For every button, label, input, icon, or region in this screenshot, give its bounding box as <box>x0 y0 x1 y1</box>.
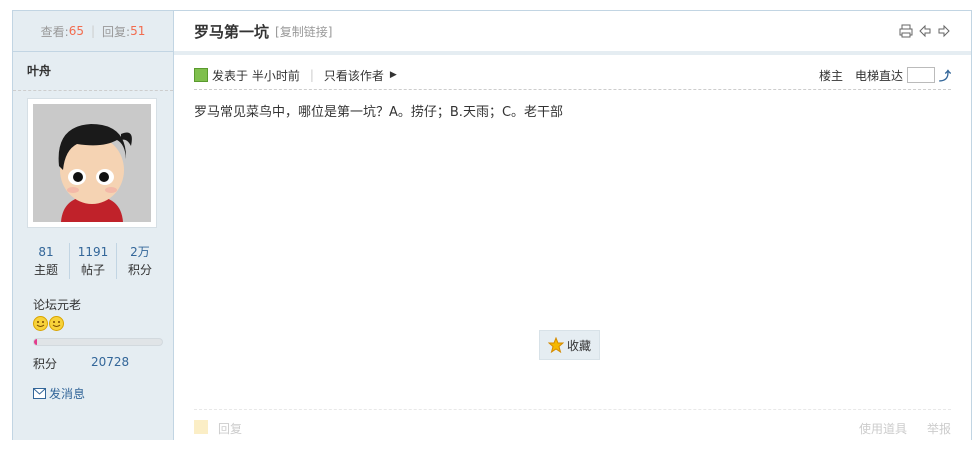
title-tools <box>899 24 951 38</box>
floor-jump-input[interactable] <box>906 67 935 83</box>
favorite-label: 收藏 <box>566 338 591 353</box>
author-sidebar: 查看: 65 | 回复: 51 叶舟 81 主题 1191 帖子 2万 积分 论… <box>13 11 174 440</box>
reply-icon <box>194 420 208 434</box>
credits-label: 积分 <box>127 263 152 277</box>
jump-go-icon[interactable]: ⤴ <box>939 67 951 84</box>
views-count: 65 <box>68 24 84 38</box>
smiley-icon <box>33 316 48 331</box>
post-meta: 发表于 半小时前 | 只看该作者 ▶ 楼主 电梯直达 ⤴ <box>194 61 951 90</box>
star-icon <box>547 337 564 353</box>
copy-link[interactable]: [复制链接] <box>275 23 332 40</box>
post-actions: 回复 使用道具 举报 <box>194 409 951 460</box>
author-stats: 81 主题 1191 帖子 2万 积分 <box>23 243 163 279</box>
credits-count: 2万 <box>130 245 150 259</box>
score-value: 20728 <box>91 355 130 369</box>
smiley-icon <box>49 316 64 331</box>
rank-stars <box>33 316 64 331</box>
posts-count: 1191 <box>77 245 109 259</box>
floor-label: 楼主 <box>818 68 843 83</box>
post-content: 罗马常见菜鸟中，哪位是第一坑？A。捞仔；B.天雨；C。老干部 <box>194 105 564 120</box>
send-message-label: 发消息 <box>49 387 86 401</box>
online-user-icon <box>194 68 208 82</box>
divider: | <box>90 24 96 38</box>
threads-count: 81 <box>38 245 54 259</box>
print-icon[interactable] <box>899 24 913 38</box>
play-triangle-icon: ▶ <box>389 70 397 80</box>
user-rank[interactable]: 论坛元老 <box>33 296 81 313</box>
floor-tools: 楼主 电梯直达 ⤴ <box>819 67 951 84</box>
stat-posts[interactable]: 1191 帖子 <box>69 243 116 279</box>
only-author-link[interactable]: 只看该作者 <box>324 67 384 84</box>
send-message-link[interactable]: 发消息 <box>33 385 85 402</box>
favorite-button[interactable]: 收藏 <box>539 330 600 360</box>
avatar-image <box>33 104 151 222</box>
rank-progress-fill <box>34 339 37 345</box>
author-name[interactable]: 叶舟 <box>13 52 173 91</box>
views-label: 查看: <box>40 24 69 39</box>
thread-stats: 查看: 65 | 回复: 51 <box>13 11 173 52</box>
title-bar: 罗马第一坑 [复制链接] <box>174 11 971 55</box>
avatar[interactable] <box>27 98 157 228</box>
rank-progress-bar <box>33 338 163 346</box>
stat-credits[interactable]: 2万 积分 <box>116 243 163 279</box>
stat-threads[interactable]: 81 主题 <box>23 243 69 279</box>
prev-thread-icon[interactable] <box>918 24 932 38</box>
post-frame: 查看: 65 | 回复: 51 叶舟 81 主题 1191 帖子 2万 积分 论… <box>12 10 972 440</box>
replies-label: 回复: <box>102 24 131 39</box>
thread-title: 罗马第一坑 <box>194 22 270 41</box>
replies-count: 51 <box>130 24 146 38</box>
score-row: 积分 20728 <box>33 355 129 372</box>
threads-label: 主题 <box>33 263 58 277</box>
divider: | <box>309 68 314 82</box>
score-label: 积分 <box>33 357 58 371</box>
mail-icon <box>33 388 46 399</box>
posts-label: 帖子 <box>80 263 105 277</box>
post-time: 发表于 半小时前 <box>212 68 300 83</box>
next-thread-icon[interactable] <box>937 24 951 38</box>
jump-label: 电梯直达 <box>854 68 903 83</box>
post-main: 罗马第一坑 [复制链接] 发表于 半小时前 | 只看该作者 ▶ 楼主 电梯直达 … <box>174 11 971 440</box>
